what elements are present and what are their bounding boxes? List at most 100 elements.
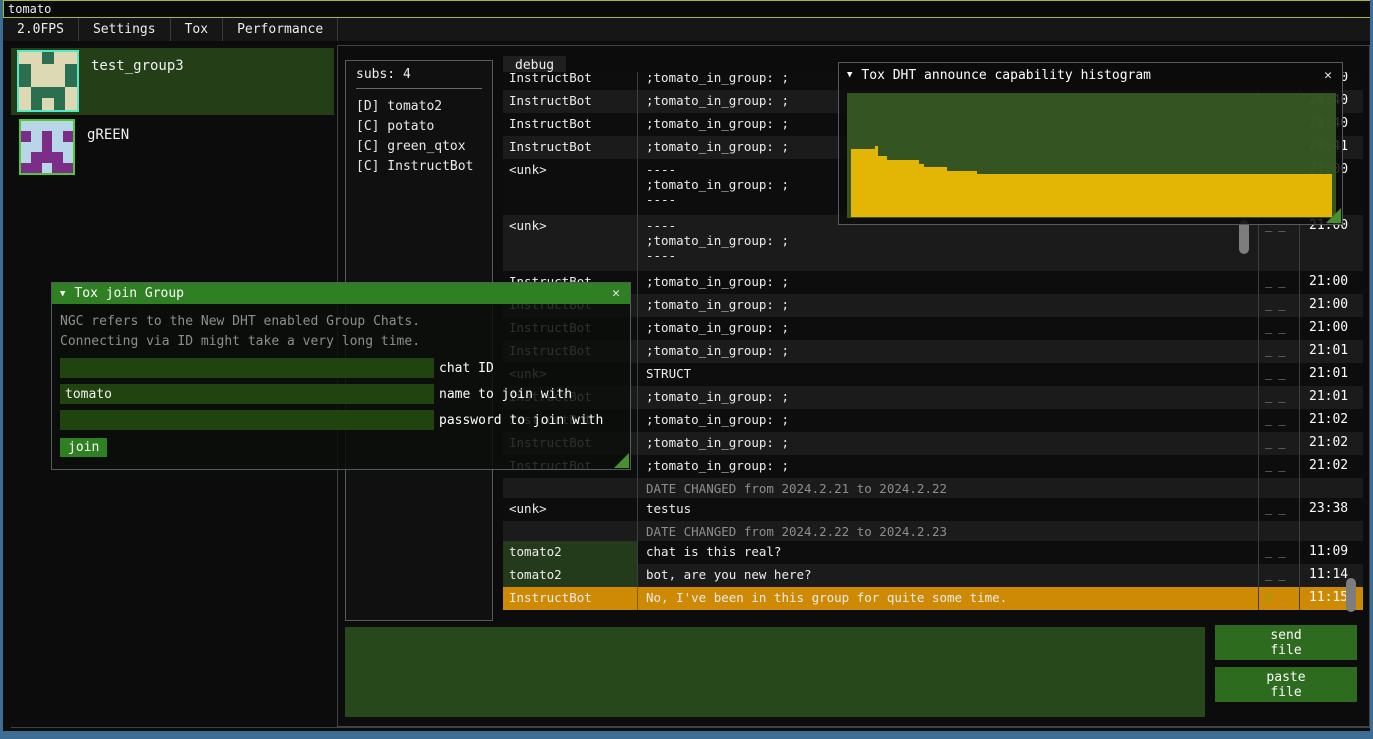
message-row[interactable]: InstructBot;tomato_in_group: ;__21:02 — [503, 455, 1363, 478]
send-file-button[interactable]: send file — [1215, 625, 1357, 660]
timestamp: 21:00 — [1300, 271, 1361, 294]
delivery-status: __ — [1258, 294, 1300, 317]
delivery-status: __ — [1258, 271, 1300, 294]
chat-id-field[interactable] — [60, 358, 434, 378]
join-password-field[interactable] — [60, 410, 434, 430]
menu-item-performance[interactable]: Performance — [223, 18, 338, 41]
sender-name: InstructBot — [503, 587, 638, 610]
message-text: testus — [638, 498, 1258, 521]
message-row[interactable]: InstructBot;tomato_in_group: ;__21:00 — [503, 317, 1363, 340]
system-row[interactable]: DATE CHANGED from 2024.2.21 to 2024.2.22 — [503, 478, 1363, 498]
sender-name: tomato2 — [503, 564, 638, 587]
message-row[interactable]: InstructBotNo, I've been in this group f… — [503, 587, 1363, 610]
message-row[interactable]: InstructBot;tomato_in_group: ;__21:01 — [503, 386, 1363, 409]
group-label: gREEN — [87, 127, 129, 179]
message-row[interactable]: <unk>STRUCT__21:01 — [503, 363, 1363, 386]
system-text: DATE CHANGED from 2024.2.21 to 2024.2.22 — [638, 478, 1258, 498]
os-titlebar: tomato — [3, 0, 1373, 18]
subs-member[interactable]: [D] tomato2 — [356, 97, 482, 117]
join-group-titlebar[interactable]: ▼ Tox join Group ✕ — [52, 283, 630, 304]
message-row[interactable]: InstructBot;tomato_in_group: ;__21:02 — [503, 432, 1363, 455]
separator — [356, 88, 482, 89]
subs-member[interactable]: [C] InstructBot — [356, 157, 482, 177]
message-text: No, I've been in this group for quite so… — [638, 587, 1258, 610]
message-text: ;tomato_in_group: ; — [638, 340, 1258, 363]
message-text: ;tomato_in_group: ; — [638, 271, 1258, 294]
group-item-test_group3[interactable]: test_group3 — [11, 48, 334, 115]
subs-member[interactable]: [C] green_qtox — [356, 137, 482, 157]
timestamp: 21:01 — [1300, 340, 1361, 363]
join-group-title: Tox join Group — [74, 286, 610, 301]
sender-name: InstructBot — [503, 136, 638, 159]
message-row[interactable]: tomato2bot, are you new here?__11:14 — [503, 564, 1363, 587]
delivery-status: __ — [1258, 564, 1300, 587]
subs-member[interactable]: [C] potato — [356, 117, 482, 137]
delivery-status: __ — [1258, 340, 1300, 363]
timestamp: 21:00 — [1300, 294, 1361, 317]
sender-name: InstructBot — [503, 72, 638, 90]
dht-histogram-window: ▼ Tox DHT announce capability histogram … — [838, 62, 1343, 225]
menu-item-2-0fps[interactable]: 2.0FPS — [3, 18, 79, 41]
join-password-label: password to join with — [439, 413, 603, 428]
system-text: DATE CHANGED from 2024.2.22 to 2024.2.23 — [638, 521, 1258, 541]
delivery-status: __ — [1258, 541, 1300, 564]
message-scrollbar[interactable] — [1239, 220, 1249, 254]
menu-item-tox[interactable]: Tox — [171, 18, 223, 41]
main-window-border — [11, 727, 1370, 728]
dht-histogram-title: Tox DHT announce capability histogram — [861, 68, 1322, 83]
message-input[interactable] — [345, 627, 1205, 717]
timestamp — [1300, 521, 1361, 541]
timestamp: 21:01 — [1300, 363, 1361, 386]
collapse-icon[interactable]: ▼ — [60, 289, 65, 299]
timestamp — [1300, 478, 1361, 498]
message-row[interactable]: <unk>testus__23:38 — [503, 498, 1363, 521]
delivery-status: __ — [1258, 432, 1300, 455]
dht-histogram-plot — [847, 93, 1336, 218]
message-text: ;tomato_in_group: ; — [638, 432, 1258, 455]
message-text: bot, are you new here? — [638, 564, 1258, 587]
sender-name — [503, 478, 638, 498]
group-item-green[interactable]: gREEN — [11, 117, 334, 179]
menu-item-settings[interactable]: Settings — [79, 18, 171, 41]
resize-grip-icon[interactable] — [1326, 208, 1341, 223]
resize-grip-icon[interactable] — [614, 453, 629, 468]
message-row[interactable]: InstructBot;tomato_in_group: ;__21:01 — [503, 340, 1363, 363]
paste-file-button[interactable]: paste file — [1215, 667, 1357, 702]
sender-name: <unk> — [503, 498, 638, 521]
group-avatar-icon — [19, 119, 75, 175]
dht-histogram-titlebar[interactable]: ▼ Tox DHT announce capability histogram … — [839, 63, 1342, 87]
close-icon[interactable]: ✕ — [610, 286, 622, 301]
delivery-status — [1258, 521, 1300, 541]
message-row[interactable]: InstructBot;tomato_in_group: ;__21:00 — [503, 271, 1363, 294]
system-row[interactable]: DATE CHANGED from 2024.2.22 to 2024.2.23 — [503, 521, 1363, 541]
app-root: tomato 2.0FPSSettingsToxPerformance test… — [0, 0, 1373, 739]
join-name-field[interactable] — [60, 384, 434, 404]
timestamp: 11:09 — [1300, 541, 1361, 564]
sender-name: InstructBot — [503, 113, 638, 136]
close-icon[interactable]: ✕ — [1322, 68, 1334, 83]
group-label: test_group3 — [91, 58, 184, 115]
timestamp: 21:00 — [1300, 317, 1361, 340]
table-scrollbar[interactable] — [1346, 578, 1356, 612]
join-button[interactable]: join — [60, 438, 107, 457]
join-info-line1: NGC refers to the New DHT enabled Group … — [60, 312, 622, 332]
message-row[interactable]: InstructBot;tomato_in_group: ;__21:02 — [503, 409, 1363, 432]
subs-count: subs: 4 — [356, 67, 482, 82]
delivery-status: __ — [1258, 317, 1300, 340]
sender-name — [503, 521, 638, 541]
timestamp: 21:01 — [1300, 386, 1361, 409]
message-text: STRUCT — [638, 363, 1258, 386]
message-row[interactable]: tomato2chat is this real?__11:09 — [503, 541, 1363, 564]
collapse-icon[interactable]: ▼ — [847, 70, 852, 80]
message-row[interactable]: InstructBot;tomato_in_group: ;__21:00 — [503, 294, 1363, 317]
message-text: ;tomato_in_group: ; — [638, 409, 1258, 432]
sender-name: <unk> — [503, 159, 638, 215]
delivery-status: d_ — [1258, 587, 1300, 610]
timestamp: 23:38 — [1300, 498, 1361, 521]
delivery-status: __ — [1258, 498, 1300, 521]
join-name-label: name to join with — [439, 387, 572, 402]
sender-name: InstructBot — [503, 90, 638, 113]
delivery-status: __ — [1258, 363, 1300, 386]
join-info-line2: Connecting via ID might take a very long… — [60, 332, 622, 352]
delivery-status: __ — [1258, 455, 1300, 478]
